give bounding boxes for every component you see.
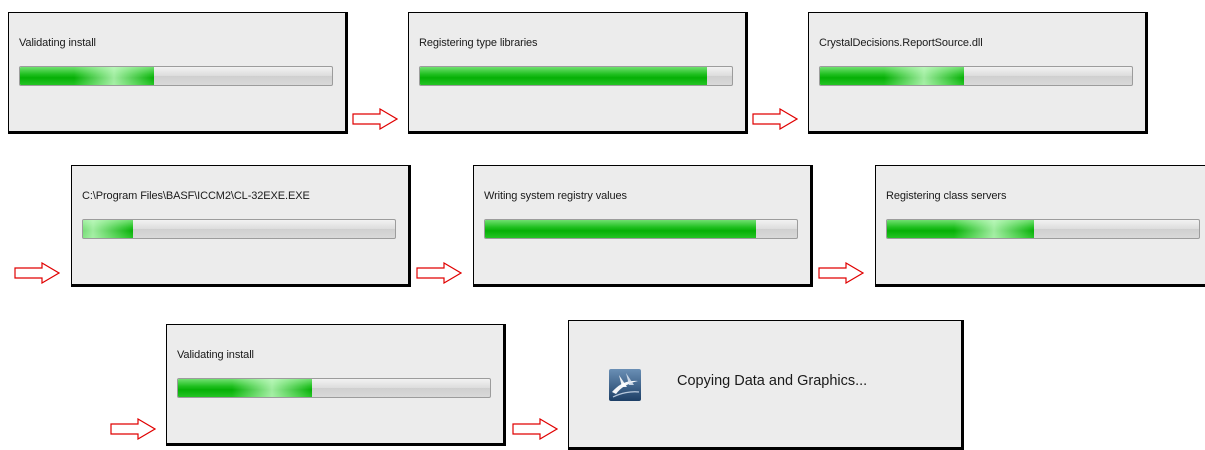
- right-arrow-icon: [352, 108, 398, 130]
- install-dialog-7: Validating install: [166, 324, 506, 446]
- progress-bar: [177, 378, 491, 398]
- install-dialog-4: C:\Program Files\BASF\ICCM2\CL-32EXE.EXE: [71, 165, 411, 287]
- right-arrow-icon: [110, 418, 156, 440]
- right-arrow-icon: [752, 108, 798, 130]
- right-arrow-icon: [416, 262, 462, 284]
- copying-dialog: Copying Data and Graphics...: [568, 320, 964, 450]
- right-arrow-icon: [14, 262, 60, 284]
- copying-message: Copying Data and Graphics...: [677, 373, 868, 389]
- progress-fill: [420, 67, 708, 85]
- progress-shine: [232, 379, 313, 397]
- right-arrow-icon: [512, 418, 558, 440]
- progress-bar: [19, 66, 333, 86]
- progress-bar: [819, 66, 1133, 86]
- progress-shine: [74, 67, 155, 85]
- status-text: Validating install: [177, 349, 254, 361]
- install-dialog-5: Writing system registry values: [473, 165, 813, 287]
- progress-shine: [83, 220, 133, 238]
- status-text: CrystalDecisions.ReportSource.dll: [819, 37, 983, 49]
- progress-bar: [886, 219, 1200, 239]
- progress-bar: [484, 219, 798, 239]
- right-arrow-icon: [818, 262, 864, 284]
- status-text: C:\Program Files\BASF\ICCM2\CL-32EXE.EXE: [82, 190, 310, 202]
- install-dialog-3: CrystalDecisions.ReportSource.dll: [808, 12, 1148, 134]
- status-text: Validating install: [19, 37, 96, 49]
- install-dialog-2: Registering type libraries: [408, 12, 748, 134]
- progress-bar: [82, 219, 396, 239]
- status-text: Registering type libraries: [419, 37, 538, 49]
- progress-shine: [953, 220, 1034, 238]
- install-dialog-1: Validating install: [8, 12, 348, 134]
- progress-shine: [883, 67, 964, 85]
- progress-fill: [485, 220, 757, 238]
- progress-bar: [419, 66, 733, 86]
- status-text: Registering class servers: [886, 190, 1007, 202]
- basf-setup-logo-icon: [609, 369, 641, 401]
- status-text: Writing system registry values: [484, 190, 627, 202]
- install-dialog-6: Registering class servers: [875, 165, 1205, 287]
